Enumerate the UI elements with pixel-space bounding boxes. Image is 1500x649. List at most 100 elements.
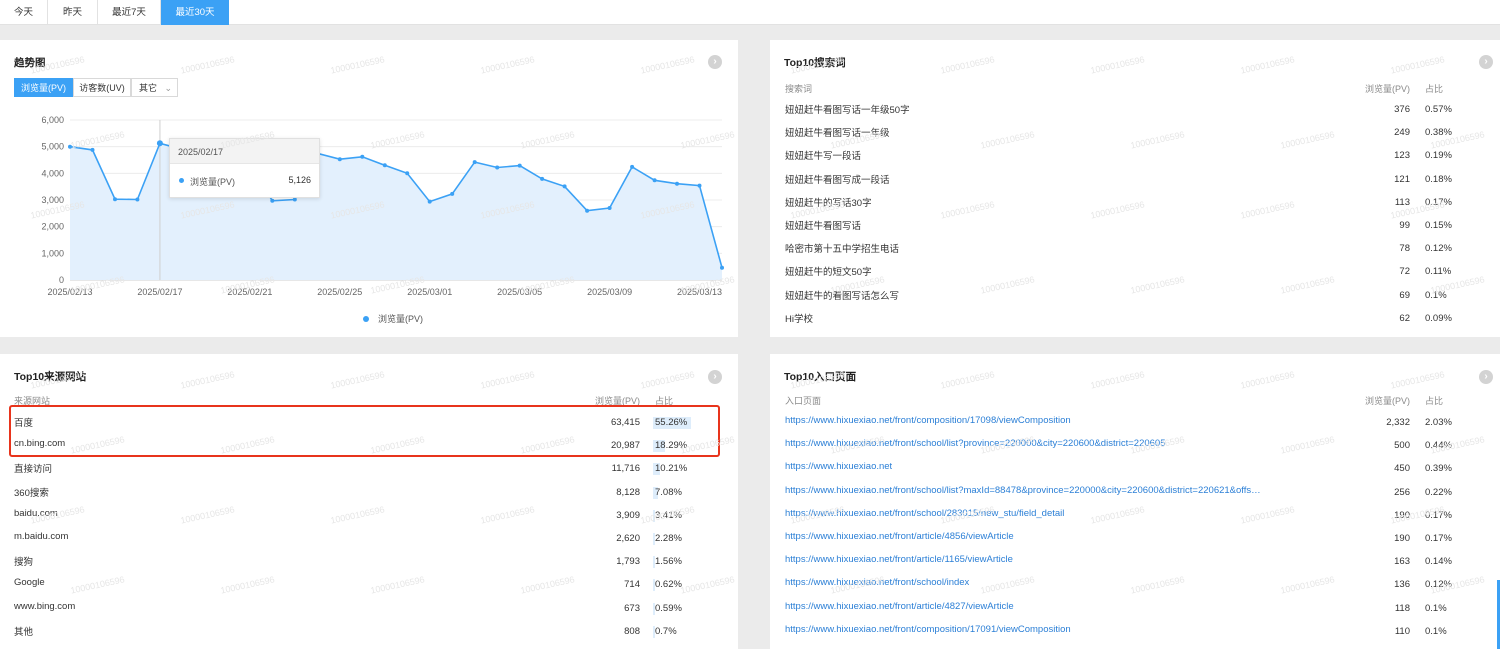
search-pct: 0.57%	[1425, 104, 1452, 115]
sources-panel: Top10来源网站 › 来源网站 浏览量(PV) 占比 百度 63,415 55.2…	[0, 354, 738, 649]
data-point	[450, 191, 455, 196]
entry-title: Top10入口页面	[784, 371, 857, 383]
search-pct: 0.38%	[1425, 127, 1452, 139]
entry-page-link[interactable]: https://www.hixuexiao.net/front/composit…	[785, 624, 1071, 635]
data-point	[697, 183, 702, 188]
search-pct: 0.11%	[1425, 266, 1452, 278]
search-term: 哈密市第十五中学招生电话	[785, 244, 900, 256]
tooltip-value: 5,126	[288, 175, 311, 185]
tooltip-series: 浏览量(PV)	[190, 177, 236, 187]
source-pv: 3,909	[616, 509, 640, 521]
table-row: 妞妞赶牛写一段话 123 0.19%	[770, 148, 1500, 168]
table-row: https://www.hixuexiao.net/front/composit…	[770, 415, 1500, 435]
chevron-right-icon[interactable]: ›	[1479, 370, 1493, 384]
table-row: https://www.hixuexiao.net/front/school/l…	[770, 485, 1500, 505]
table-row: https://www.hixuexiao.net/front/school/l…	[770, 438, 1500, 458]
source-site: Google	[14, 577, 45, 589]
entry-pv: 190	[1394, 509, 1410, 521]
table-row: 360搜索 8,128 7.08%	[0, 485, 738, 505]
x-tick-label: 2025/02/25	[317, 287, 362, 297]
source-pv: 714	[624, 579, 640, 591]
y-tick-label: 4,000	[41, 168, 64, 178]
search-title: Top10搜索词	[784, 57, 846, 69]
entry-page-link[interactable]: https://www.hixuexiao.net/front/school/l…	[785, 485, 1265, 496]
entry-page-link[interactable]: https://www.hixuexiao.net/front/school/2…	[785, 508, 1064, 519]
y-tick-label: 2,000	[41, 222, 64, 232]
tab-today[interactable]: 今天	[0, 0, 48, 25]
source-pv: 808	[624, 625, 640, 637]
entry-page-link[interactable]: https://www.hixuexiao.net/front/school/l…	[785, 438, 1166, 449]
search-pv: 72	[1399, 266, 1410, 278]
chart-tooltip: 2025/02/17 浏览量(PV) 5,126	[169, 138, 320, 198]
search-term: 妞妞赶牛看图写成一段话	[785, 174, 890, 186]
search-header-pct: 占比	[1425, 84, 1444, 94]
entry-page-link[interactable]: https://www.hixuexiao.net/front/composit…	[785, 415, 1071, 426]
table-row: https://www.hixuexiao.net 450 0.39%	[770, 461, 1500, 481]
table-row: 妞妞赶牛看图写成一段话 121 0.18%	[770, 172, 1500, 192]
entry-page-link[interactable]: https://www.hixuexiao.net/front/school/i…	[785, 577, 969, 588]
search-term: 妞妞赶牛看图写话一年级	[785, 128, 890, 140]
source-site: 直接访问	[14, 464, 53, 476]
source-pct: 2.28%	[655, 533, 682, 544]
table-row: 其他 808 0.7%	[0, 624, 738, 644]
table-row: Hi学校 62 0.09%	[770, 311, 1500, 331]
search-pct: 0.12%	[1425, 243, 1452, 255]
table-row: 直接访问 11,716 10.21%	[0, 461, 738, 481]
table-row: https://www.hixuexiao.net/front/article/…	[770, 531, 1500, 551]
data-point	[113, 197, 117, 202]
tooltip-dot	[179, 178, 184, 183]
search-pv: 69	[1399, 289, 1410, 301]
entry-pct: 0.1%	[1425, 602, 1447, 614]
search-pct: 0.1%	[1425, 289, 1447, 301]
tab-last-30-days[interactable]: 最近30天	[161, 0, 229, 25]
entry-page-link[interactable]: https://www.hixuexiao.net	[785, 461, 892, 472]
table-row: 妞妞赶牛看图写话一年级50字 376 0.57%	[770, 102, 1500, 122]
table-row: 妞妞赶牛的写话30字 113 0.17%	[770, 195, 1500, 215]
table-row: 妞妞赶牛的短文50字 72 0.11%	[770, 264, 1500, 284]
source-site: 360搜索	[14, 487, 49, 499]
y-tick-label: 0	[59, 275, 64, 285]
table-row: baidu.com 3,909 3.41%	[0, 508, 738, 528]
x-tick-label: 2025/02/13	[47, 287, 92, 297]
data-point	[135, 197, 140, 202]
source-site: 搜狗	[14, 557, 34, 569]
entry-pv: 2,332	[1386, 417, 1410, 428]
y-tick-label: 6,000	[41, 115, 64, 125]
data-point	[382, 163, 387, 168]
entry-pct: 0.39%	[1425, 463, 1452, 475]
data-point	[652, 178, 657, 183]
chevron-right-icon[interactable]: ›	[1479, 55, 1493, 69]
data-point	[517, 163, 522, 168]
table-row: https://www.hixuexiao.net/front/school/i…	[770, 577, 1500, 597]
data-point	[427, 199, 432, 204]
entry-header-page: 入口页面	[785, 396, 822, 406]
table-row: https://www.hixuexiao.net/front/school/2…	[770, 508, 1500, 528]
trend-chart: 0 1,000 2,000 3,000 4,000 5,000 6,000 2025/02/1…	[41, 115, 724, 324]
tab-yesterday[interactable]: 昨天	[48, 0, 98, 25]
table-row: https://www.hixuexiao.net/front/article/…	[770, 554, 1500, 574]
data-point	[337, 157, 342, 162]
x-tick-label: 2025/02/17	[137, 287, 182, 297]
search-term: 妞妞赶牛的看图写话怎么写	[785, 290, 900, 302]
y-tick-label: 5,000	[41, 142, 64, 152]
entry-pct: 0.17%	[1425, 533, 1452, 544]
chevron-right-icon[interactable]: ›	[708, 370, 722, 384]
entry-page-link[interactable]: https://www.hixuexiao.net/front/article/…	[785, 601, 1014, 612]
entry-page-link[interactable]: https://www.hixuexiao.net/front/article/…	[785, 531, 1014, 542]
search-header-term: 搜索词	[785, 84, 813, 94]
search-term: 妞妞赶牛写一段话	[785, 151, 862, 163]
data-point	[562, 184, 567, 189]
data-point	[68, 144, 72, 149]
entry-pct: 0.14%	[1425, 556, 1452, 568]
tab-last-7-days[interactable]: 最近7天	[98, 0, 161, 25]
table-row: www.bing.com 673 0.59%	[0, 601, 738, 621]
entry-pv: 256	[1394, 486, 1410, 498]
table-row: 搜狗 1,793 1.56%	[0, 554, 738, 574]
search-pv: 121	[1394, 173, 1410, 185]
x-tick-label: 2025/03/01	[407, 287, 452, 297]
highlight-box	[9, 405, 720, 457]
source-pct: 7.08%	[655, 486, 682, 498]
entry-page-link[interactable]: https://www.hixuexiao.net/front/article/…	[785, 554, 1013, 565]
data-point	[472, 160, 477, 165]
table-row: https://www.hixuexiao.net/front/composit…	[770, 624, 1500, 644]
